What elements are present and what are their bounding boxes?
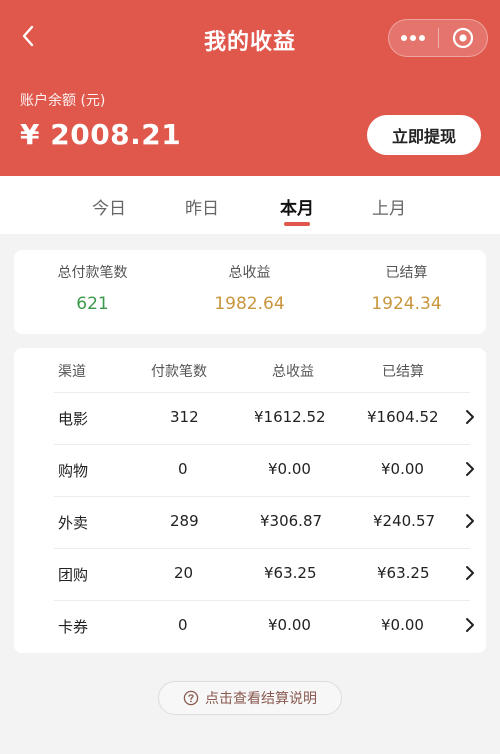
balance-amount: ¥ 2008.21 (20, 118, 182, 151)
cell-channel: 外卖 (58, 514, 89, 532)
column-header-settled: 已结算 (382, 364, 424, 380)
cell-count: 312 (170, 408, 199, 426)
settlement-help-button[interactable]: 点击查看结算说明 (158, 681, 342, 715)
summary-settled: 已结算 1924.34 (328, 262, 485, 314)
cell-total: ¥1612.52 (254, 408, 326, 426)
chevron-right-icon (466, 462, 474, 476)
row-divider (54, 496, 470, 497)
mini-program-capsule (388, 19, 488, 57)
chevron-right-icon (466, 410, 474, 424)
row-divider (54, 444, 470, 445)
cell-channel: 卡券 (58, 618, 89, 636)
balance-label: 账户余额 (元) (20, 93, 106, 109)
chevron-right-icon (466, 514, 474, 528)
column-header-count: 付款笔数 (151, 364, 207, 380)
row-divider (54, 392, 470, 393)
cell-total: ¥0.00 (268, 460, 311, 478)
cell-channel: 购物 (58, 462, 89, 480)
table-row[interactable]: 购物 0 ¥0.00 ¥0.00 (14, 444, 486, 496)
table-row[interactable]: 卡券 0 ¥0.00 ¥0.00 (14, 600, 486, 652)
table-row[interactable]: 电影 312 ¥1612.52 ¥1604.52 (14, 392, 486, 444)
column-header-channel: 渠道 (58, 364, 86, 380)
summary-value: 621 (76, 294, 109, 314)
summary-total-earnings: 总收益 1982.64 (171, 262, 328, 314)
more-dots-icon[interactable] (389, 20, 438, 56)
cell-count: 0 (178, 616, 188, 634)
summary-value: 1982.64 (214, 294, 285, 314)
cell-settled: ¥63.25 (377, 564, 430, 582)
active-tab-indicator (284, 222, 310, 226)
summary-card: 总付款笔数 621 总收益 1982.64 已结算 1924.34 (14, 250, 486, 334)
summary-label: 总付款笔数 (57, 265, 128, 281)
chevron-right-icon (466, 566, 474, 580)
summary-value: 1924.34 (371, 294, 442, 314)
target-circle-icon[interactable] (439, 20, 488, 56)
column-header-total: 总收益 (272, 364, 314, 380)
tab-last-month[interactable]: 上月 (349, 194, 429, 219)
cell-channel: 团购 (58, 566, 89, 584)
channel-table: 渠道 付款笔数 总收益 已结算 电影 312 ¥1612.52 ¥1604.52… (14, 348, 486, 653)
settlement-help-label: 点击查看结算说明 (205, 691, 317, 707)
cell-count: 20 (174, 564, 194, 582)
table-header: 渠道 付款笔数 总收益 已结算 (14, 348, 486, 392)
cell-channel: 电影 (58, 410, 89, 428)
cell-settled: ¥0.00 (381, 616, 424, 634)
table-row[interactable]: 团购 20 ¥63.25 ¥63.25 (14, 548, 486, 600)
tab-yesterday[interactable]: 昨日 (162, 194, 242, 219)
cell-count: 289 (170, 512, 199, 530)
summary-label: 已结算 (385, 265, 428, 281)
tab-this-month[interactable]: 本月 (257, 194, 337, 219)
cell-total: ¥0.00 (268, 616, 311, 634)
tab-today[interactable]: 今日 (69, 194, 149, 219)
summary-label: 总收益 (228, 265, 271, 281)
cell-total: ¥63.25 (264, 564, 317, 582)
period-tabs: 今日 昨日 本月 上月 (0, 176, 500, 234)
cell-count: 0 (178, 460, 188, 478)
row-divider (54, 600, 470, 601)
header: 我的收益 账户余额 (元) ¥ 2008.21 立即提现 (0, 0, 500, 176)
table-row[interactable]: 外卖 289 ¥306.87 ¥240.57 (14, 496, 486, 548)
cell-settled: ¥0.00 (381, 460, 424, 478)
cell-total: ¥306.87 (260, 512, 323, 530)
row-divider (54, 548, 470, 549)
cell-settled: ¥240.57 (373, 512, 436, 530)
chevron-right-icon (466, 618, 474, 632)
withdraw-button[interactable]: 立即提现 (367, 115, 481, 155)
question-circle-icon (183, 690, 199, 706)
cell-settled: ¥1604.52 (367, 408, 439, 426)
summary-payments: 总付款笔数 621 (14, 262, 171, 314)
